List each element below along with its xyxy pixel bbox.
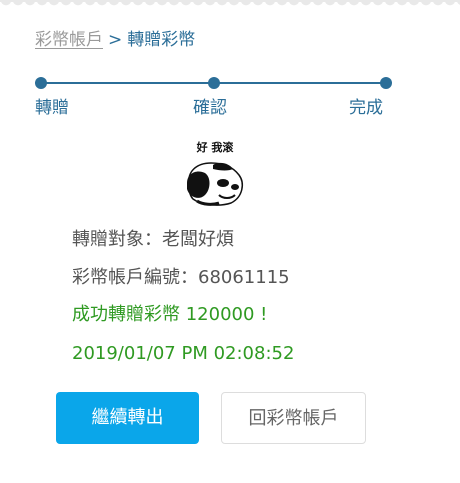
progress-stepper: 轉贈 確認 完成 [0,0,460,130]
account-number-text: 彩幣帳戶編號：68061115 [72,267,290,288]
sticker-caption: 好 我滚 [196,140,235,154]
continue-transfer-button[interactable]: 繼續轉出 [56,392,199,444]
recipient-text: 轉贈對象：老闆好煩 [72,229,234,250]
success-message: 成功轉贈彩幣 120000 ! [72,304,268,325]
step-label-complete: 完成 [349,98,383,118]
step-label-confirm: 確認 [193,98,227,118]
step-dot-complete [380,77,392,89]
panda-meme-sticker-icon: 好 我滚 [187,140,244,206]
back-to-account-button[interactable]: 回彩幣帳戶 [221,392,366,444]
step-dot-confirm [208,77,220,89]
transfer-timestamp: 2019/01/07 PM 02:08:52 [72,343,295,364]
step-dot-transfer [35,77,47,89]
step-label-transfer: 轉贈 [35,98,69,118]
